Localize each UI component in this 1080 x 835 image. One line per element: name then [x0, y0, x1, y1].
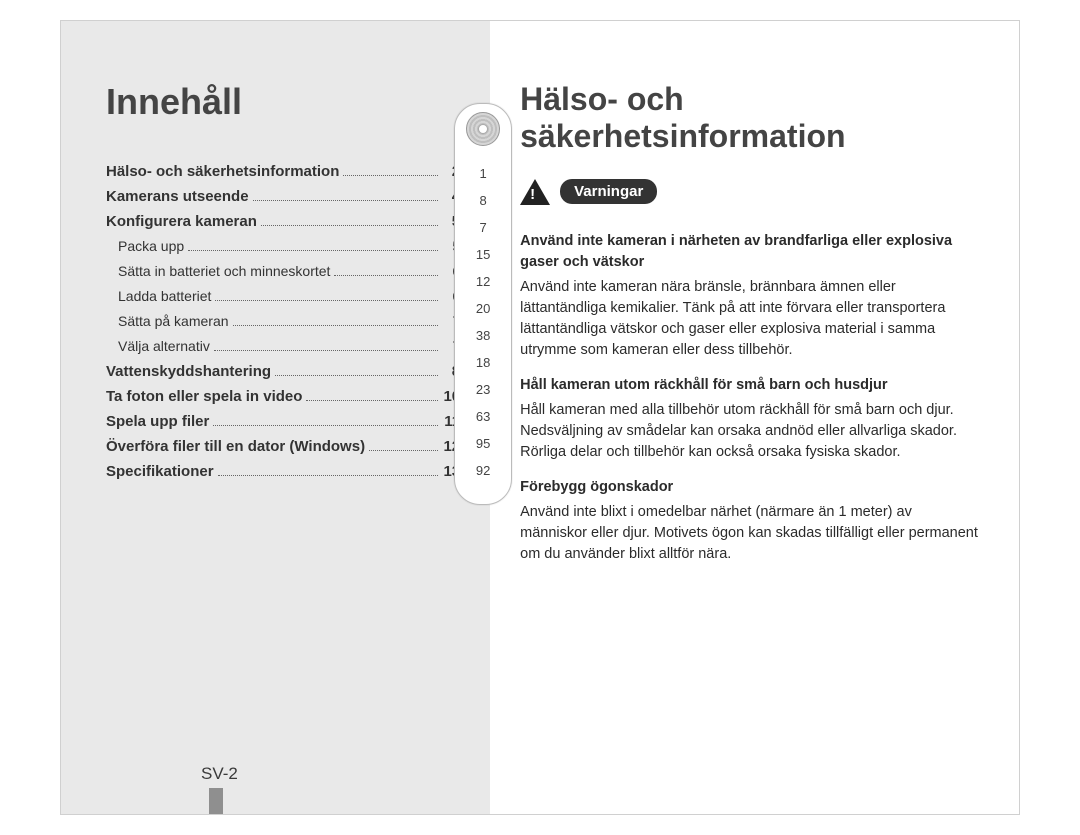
section-body: Använd inte kameran nära bränsle, brännb…: [520, 277, 979, 361]
toc-list: Hälso- och säkerhetsinformation2 Kamerans…: [106, 163, 460, 480]
toc-label: Konfigurera kameran: [106, 213, 257, 230]
bookmark-number[interactable]: 63: [476, 409, 490, 424]
toc-label: Ta foton eller spela in video: [106, 388, 302, 405]
page-tab: [209, 788, 223, 814]
section-heading: Förebygg ögonskador: [520, 477, 979, 498]
toc-leader-dots: [275, 364, 438, 376]
toc-label: Välja alternativ: [118, 338, 210, 354]
bookmark-number[interactable]: 92: [476, 463, 490, 478]
toc-row[interactable]: Spela upp filer11: [106, 413, 460, 430]
toc-label: Packa upp: [118, 238, 184, 254]
bookmark-number[interactable]: 95: [476, 436, 490, 451]
bookmark-number[interactable]: 12: [476, 274, 490, 289]
bookmark-number[interactable]: 7: [480, 220, 487, 235]
toc-leader-dots: [233, 315, 439, 326]
toc-label: Sätta på kameran: [118, 313, 229, 329]
toc-leader-dots: [334, 265, 438, 276]
toc-row[interactable]: Ladda batteriet6: [106, 288, 460, 305]
disc-icon: [466, 112, 500, 146]
toc-row[interactable]: Ta foton eller spela in video10: [106, 388, 460, 405]
content-panel: Hälso- och säkerhetsinformation ! Varnin…: [490, 21, 1019, 814]
toc-row[interactable]: Vattenskyddshantering8: [106, 363, 460, 380]
toc-label: Sätta in batteriet och minneskortet: [118, 263, 330, 279]
page-number: SV-2: [201, 764, 238, 784]
bookmark-number[interactable]: 23: [476, 382, 490, 397]
toc-leader-dots: [343, 164, 438, 176]
toc-leader-dots: [261, 214, 438, 226]
toc-leader-dots: [306, 389, 438, 401]
toc-row[interactable]: Kamerans utseende4: [106, 188, 460, 205]
section-body: Håll kameran med alla tillbehör utom räc…: [520, 400, 979, 463]
toc-leader-dots: [215, 290, 438, 301]
warning-pill: Varningar: [560, 179, 657, 204]
toc-label: Ladda batteriet: [118, 288, 211, 304]
toc-leader-dots: [214, 340, 438, 351]
toc-row[interactable]: Överföra filer till en dator (Windows)12: [106, 438, 460, 455]
toc-label: Vattenskyddshantering: [106, 363, 271, 380]
toc-title: Innehåll: [106, 81, 460, 123]
toc-label: Överföra filer till en dator (Windows): [106, 438, 365, 455]
bookmark-number[interactable]: 20: [476, 301, 490, 316]
toc-leader-dots: [218, 464, 439, 476]
toc-leader-dots: [253, 189, 439, 201]
section-body: Använd inte blixt i omedelbar närhet (nä…: [520, 502, 979, 565]
toc-row[interactable]: Packa upp5: [106, 238, 460, 255]
toc-row[interactable]: Konfigurera kameran5: [106, 213, 460, 230]
bookmark-number[interactable]: 15: [476, 247, 490, 262]
toc-row[interactable]: Specifikationer13: [106, 463, 460, 480]
toc-label: Kamerans utseende: [106, 188, 249, 205]
warning-triangle-icon: !: [520, 179, 550, 205]
bookmark-strip: 187151220381823639592: [454, 103, 512, 505]
toc-row[interactable]: Hälso- och säkerhetsinformation2: [106, 163, 460, 180]
content-title: Hälso- och säkerhetsinformation: [520, 81, 979, 155]
toc-leader-dots: [369, 439, 438, 451]
toc-leader-dots: [188, 240, 438, 251]
bookmark-number[interactable]: 1: [480, 166, 487, 181]
toc-panel: Innehåll Hälso- och säkerhetsinformation…: [61, 21, 490, 814]
bookmark-number[interactable]: 38: [476, 328, 490, 343]
section-heading: Håll kameran utom räckhåll för små barn …: [520, 375, 979, 396]
manual-spread: Innehåll Hälso- och säkerhetsinformation…: [60, 20, 1020, 815]
toc-row[interactable]: Välja alternativ7: [106, 338, 460, 355]
toc-leader-dots: [213, 414, 438, 426]
toc-label: Hälso- och säkerhetsinformation: [106, 163, 339, 180]
section-heading: Använd inte kameran i närheten av brandf…: [520, 231, 979, 273]
bookmark-number[interactable]: 8: [480, 193, 487, 208]
body-text: Använd inte kameran i närheten av brandf…: [520, 231, 979, 565]
toc-row[interactable]: Sätta på kameran7: [106, 313, 460, 330]
toc-row[interactable]: Sätta in batteriet och minneskortet6: [106, 263, 460, 280]
toc-label: Spela upp filer: [106, 413, 209, 430]
bookmark-number[interactable]: 18: [476, 355, 490, 370]
toc-label: Specifikationer: [106, 463, 214, 480]
warning-row: ! Varningar: [520, 179, 979, 205]
